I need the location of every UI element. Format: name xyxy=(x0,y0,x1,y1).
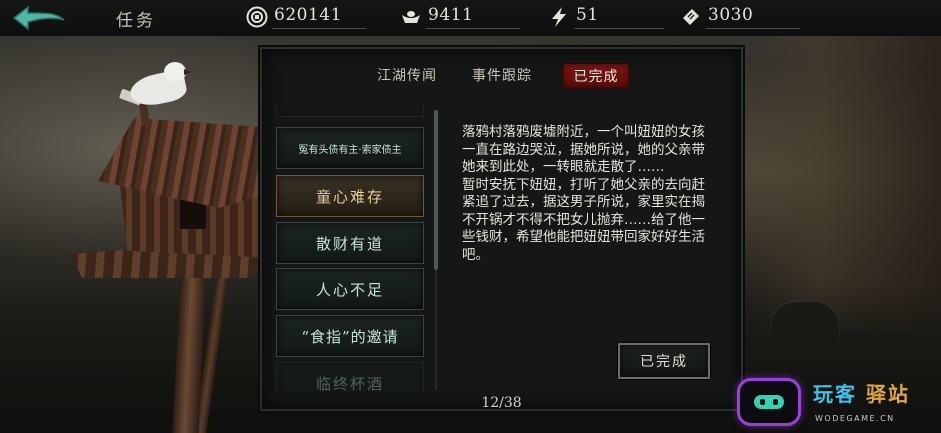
ticket-icon xyxy=(680,6,702,28)
silver-ingot-icon xyxy=(400,6,422,28)
tab-tracking[interactable]: 事件跟踪 xyxy=(466,63,538,89)
back-arrow-icon xyxy=(12,5,65,31)
energy-value: 51 xyxy=(576,5,599,25)
watermark-name: 玩客 驿站 xyxy=(813,382,910,406)
quest-item[interactable]: 散财有道 xyxy=(276,222,424,264)
resource-tickets: 3030 xyxy=(680,5,804,29)
quest-panel: 江湖传闻 事件跟踪 已完成 冤有头债有主·索家债主 童心难存 散财有道 人心不足… xyxy=(260,47,743,411)
quest-item[interactable]: 冤有头债有主·索家债主 xyxy=(276,127,424,169)
scrollbar-thumb[interactable] xyxy=(434,110,438,270)
tab-rumors[interactable]: 江湖传闻 xyxy=(372,63,442,89)
watermark-logo-icon xyxy=(737,378,801,426)
watermark-site: WODEGAME.CN xyxy=(815,414,895,423)
quest-description: 落鸦村落鸦废墟附近，一个叫妞妞的女孩一直在路边哭泣，据她所说，她的父亲带她来到此… xyxy=(462,124,714,264)
quest-item[interactable]: 人心不足 xyxy=(276,268,424,310)
quest-item-selected[interactable]: 童心难存 xyxy=(276,175,424,217)
resource-energy: 51 xyxy=(548,5,668,29)
coin-icon xyxy=(246,6,268,28)
coin-value: 620141 xyxy=(274,5,342,25)
page-counter: 12/38 xyxy=(481,395,522,411)
completed-button[interactable]: 已完成 xyxy=(618,343,710,379)
ticket-value: 3030 xyxy=(708,5,754,25)
resource-coins: 620141 xyxy=(246,5,366,29)
description-paragraph: 暂时安抚下妞妞，打听了她父亲的去向赶紧追了过去，据这男子所说，家里实在揭不开锅才… xyxy=(462,176,705,263)
lightning-icon xyxy=(548,6,570,28)
quest-item[interactable]: 临终杯酒 xyxy=(276,362,424,393)
top-bar: 任务 620141 9411 51 3030 xyxy=(0,0,941,36)
tab-bar: 江湖传闻 事件跟踪 已完成 xyxy=(262,63,741,89)
resource-silver: 9411 xyxy=(400,5,520,29)
quest-item[interactable]: “食指”的邀请 xyxy=(276,315,424,357)
watermark: 玩客 驿站 WODEGAME.CN xyxy=(737,376,937,432)
quest-item[interactable] xyxy=(276,105,424,117)
silver-value: 9411 xyxy=(428,5,474,25)
page-title: 任务 xyxy=(116,11,156,31)
tab-completed[interactable]: 已完成 xyxy=(562,63,630,89)
dove-illustration xyxy=(118,60,191,110)
quest-list: 冤有头债有主·索家债主 童心难存 散财有道 人心不足 “食指”的邀请 临终杯酒 xyxy=(276,105,428,393)
description-paragraph: 落鸦村落鸦废墟附近，一个叫妞妞的女孩一直在路边哭泣，据她所说，她的父亲带她来到此… xyxy=(462,124,705,175)
back-button[interactable] xyxy=(10,4,66,32)
